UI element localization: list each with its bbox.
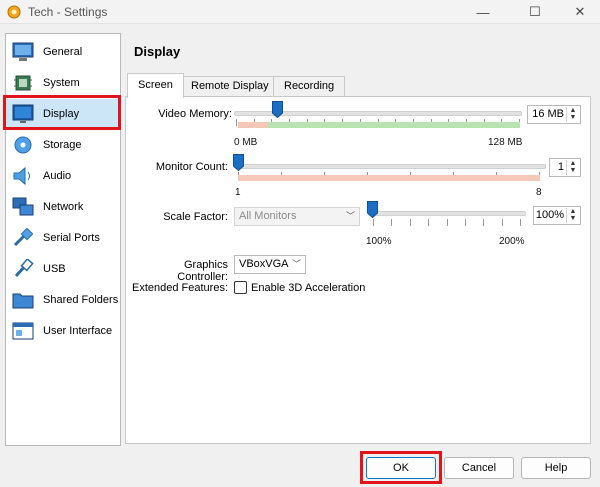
virtualbox-icon bbox=[7, 5, 21, 19]
audio-icon bbox=[11, 164, 35, 188]
minimize-button[interactable]: — bbox=[460, 0, 506, 24]
chevron-down-icon[interactable]: ▼ bbox=[567, 215, 579, 222]
video-memory-min-label: 0 MB bbox=[234, 137, 258, 148]
scale-factor-min-label: 100% bbox=[366, 236, 392, 247]
tab-recording[interactable]: Recording bbox=[273, 76, 346, 97]
sidebar-item-user-interface[interactable]: User Interface bbox=[6, 316, 120, 346]
sidebar-item-serial-ports[interactable]: Serial Ports bbox=[6, 223, 120, 253]
chevron-down-icon[interactable]: ▼ bbox=[567, 114, 579, 121]
sidebar-item-shared-folders[interactable]: Shared Folders bbox=[6, 285, 120, 315]
slider-tick bbox=[447, 219, 448, 226]
video-memory-max-label: 128 MB bbox=[488, 137, 523, 148]
extended-features-label: Extended Features: bbox=[132, 282, 229, 294]
video-memory-spin-arrows[interactable]: ▲ ▼ bbox=[566, 107, 579, 122]
monitor-count-track bbox=[234, 164, 546, 169]
sidebar-item-label: Shared Folders bbox=[43, 294, 119, 306]
tab-remote-display[interactable]: Remote Display bbox=[180, 76, 280, 97]
sidebar-item-label: Storage bbox=[43, 139, 82, 151]
sidebar-item-label: System bbox=[43, 77, 80, 89]
chevron-up-icon[interactable]: ▲ bbox=[567, 107, 579, 114]
chevron-down-icon[interactable]: ▼ bbox=[567, 167, 579, 174]
chevron-up-icon[interactable]: ▲ bbox=[567, 160, 579, 167]
monitor-count-min-label: 1 bbox=[235, 187, 241, 198]
video-memory-slider-thumb[interactable] bbox=[272, 101, 283, 118]
slider-tick bbox=[465, 219, 466, 226]
sidebar-item-storage[interactable]: Storage bbox=[6, 130, 120, 160]
monitor-count-spin-arrows[interactable]: ▲ ▼ bbox=[566, 160, 579, 175]
enable-3d-acceleration-checkbox[interactable] bbox=[234, 281, 247, 294]
scale-factor-max-label: 200% bbox=[499, 236, 525, 247]
monitor-count-value: 1 bbox=[557, 161, 564, 173]
scale-factor-value: 100% bbox=[535, 209, 564, 221]
ok-highlight bbox=[360, 451, 442, 484]
sidebar-item-system[interactable]: System bbox=[6, 68, 120, 98]
sidebar-item-label: Network bbox=[43, 201, 84, 213]
video-memory-ok-zone bbox=[268, 122, 520, 128]
scale-factor-ticks bbox=[373, 219, 521, 226]
slider-tick bbox=[502, 219, 503, 226]
serial-ports-icon bbox=[11, 226, 35, 250]
storage-icon bbox=[11, 133, 35, 157]
slider-tick bbox=[391, 219, 392, 226]
scale-factor-slider-thumb[interactable] bbox=[367, 201, 378, 218]
video-memory-low-zone bbox=[238, 122, 268, 128]
monitor-count-slider-thumb[interactable] bbox=[233, 154, 244, 171]
graphics-controller-value: VBoxVGA bbox=[239, 258, 289, 270]
network-icon bbox=[11, 195, 35, 219]
user-interface-icon bbox=[11, 319, 35, 343]
scale-monitor-select-value: All Monitors bbox=[239, 210, 297, 222]
video-memory-value: 16 MB bbox=[532, 108, 564, 120]
enable-3d-acceleration-label[interactable]: Enable 3D Acceleration bbox=[251, 282, 365, 294]
sidebar-item-network[interactable]: Network bbox=[6, 192, 120, 222]
title-bar: Tech - Settings — ☐ ✕ bbox=[0, 0, 600, 24]
video-memory-label: Video Memory: bbox=[158, 108, 232, 120]
selection-highlight bbox=[3, 95, 121, 130]
page-title: Display bbox=[134, 44, 181, 59]
close-button[interactable]: ✕ bbox=[560, 0, 600, 24]
scale-monitor-select[interactable]: All Monitors ﹀ bbox=[234, 207, 360, 226]
video-memory-spinbox[interactable]: 16 MB ▲ ▼ bbox=[527, 105, 581, 124]
sidebar-item-general[interactable]: General bbox=[6, 37, 120, 67]
sidebar-item-label: User Interface bbox=[43, 325, 113, 337]
chevron-up-icon[interactable]: ▲ bbox=[567, 208, 579, 215]
slider-tick bbox=[520, 219, 521, 226]
tab-bar: Screen Remote Display Recording bbox=[125, 73, 595, 98]
sidebar-item-label: USB bbox=[43, 263, 66, 275]
general-icon bbox=[11, 40, 35, 64]
tab-screen[interactable]: Screen bbox=[127, 73, 184, 98]
scale-factor-spinbox[interactable]: 100% ▲ ▼ bbox=[533, 206, 581, 225]
settings-main: Display Screen Remote Display Recording … bbox=[125, 33, 595, 446]
maximize-button[interactable]: ☐ bbox=[512, 0, 558, 24]
sidebar-item-label: Audio bbox=[43, 170, 72, 182]
sidebar-item-label: General bbox=[43, 46, 83, 58]
graphics-controller-label: Graphics Controller: bbox=[177, 259, 228, 283]
cancel-button[interactable]: Cancel bbox=[444, 457, 514, 479]
slider-tick bbox=[483, 219, 484, 226]
help-button[interactable]: Help bbox=[521, 457, 591, 479]
chevron-down-icon: ﹀ bbox=[291, 259, 301, 269]
scale-factor-spin-arrows[interactable]: ▲ ▼ bbox=[566, 208, 579, 223]
slider-tick bbox=[410, 219, 411, 226]
graphics-controller-select[interactable]: VBoxVGA ﹀ bbox=[234, 255, 306, 274]
monitor-count-label: Monitor Count: bbox=[155, 161, 228, 173]
slider-tick bbox=[428, 219, 429, 226]
sidebar-item-label: Serial Ports bbox=[43, 232, 100, 244]
usb-icon bbox=[11, 257, 35, 281]
system-icon bbox=[11, 71, 35, 95]
slider-tick bbox=[236, 119, 237, 126]
scale-factor-track bbox=[368, 211, 526, 216]
monitor-count-zone bbox=[238, 175, 540, 181]
sidebar-item-usb[interactable]: USB bbox=[6, 254, 120, 284]
screen-tab-panel: Video Memory: 0 MB 128 MB 16 MB ▲ ▼ Monit… bbox=[125, 96, 591, 444]
shared-folders-icon bbox=[11, 288, 35, 312]
slider-tick bbox=[373, 219, 374, 226]
monitor-count-spinbox[interactable]: 1 ▲ ▼ bbox=[549, 158, 581, 177]
chevron-down-icon: ﹀ bbox=[345, 211, 355, 221]
sidebar-item-audio[interactable]: Audio bbox=[6, 161, 120, 191]
window-title: Tech - Settings bbox=[28, 5, 108, 19]
monitor-count-max-label: 8 bbox=[536, 187, 542, 198]
scale-factor-label: Scale Factor: bbox=[163, 211, 228, 223]
